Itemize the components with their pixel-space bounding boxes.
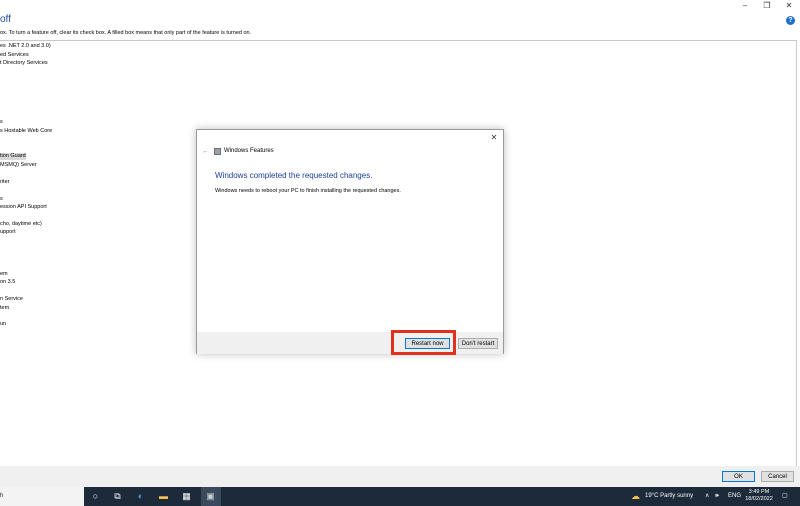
cancel-button[interactable]: Cancel: [761, 471, 794, 482]
notifications-icon[interactable]: ▢: [782, 487, 788, 506]
feature-item[interactable]: s: [0, 119, 3, 126]
feature-item[interactable]: t Directory Services: [0, 60, 48, 67]
clock[interactable]: 3:49 PM 18/02/2022: [742, 489, 776, 503]
weather-text[interactable]: 19°C Partly sunny: [645, 487, 693, 506]
help-icon[interactable]: ?: [786, 16, 795, 25]
feature-item[interactable]: n Service: [0, 296, 23, 303]
minimize-button[interactable]: –: [734, 0, 756, 11]
feature-item[interactable]: cho, daytime etc): [0, 221, 42, 228]
dialog-message: Windows needs to reboot your PC to finis…: [215, 188, 401, 194]
back-arrow-icon: ←: [202, 148, 209, 155]
close-button[interactable]: ✕: [778, 0, 800, 11]
feature-item[interactable]: ed Services: [0, 52, 29, 59]
windows-features-dialog: ✕ ← Windows Features Windows completed t…: [196, 129, 504, 354]
feature-item[interactable]: s: [0, 196, 3, 203]
restore-button[interactable]: ❐: [756, 0, 778, 11]
feature-item[interactable]: es .NET 2.0 and 3.0): [0, 43, 51, 50]
window-title-bar: – ❐ ✕: [0, 0, 800, 11]
clock-time: 3:49 PM: [748, 489, 770, 495]
feature-item[interactable]: ession API Support: [0, 204, 47, 211]
edge-icon[interactable]: ◐: [134, 490, 147, 503]
dialog-footer: Restart now Don't restart: [197, 332, 503, 354]
windows-features-app-icon[interactable]: ▣: [204, 490, 217, 503]
instructions-text: ox. To turn a feature off, clear its che…: [0, 30, 252, 36]
weather-icon[interactable]: ☁: [629, 490, 642, 503]
feature-item[interactable]: on 3.5: [0, 279, 15, 286]
search-text: h: [0, 493, 4, 499]
feature-item[interactable]: em: [0, 271, 8, 278]
cortana-icon[interactable]: ○: [89, 490, 102, 503]
taskbar: h ○ ⧉ ◐ ▬ ▦ ▣ ☁ 19°C Partly sunny ∧ 🕪 EN…: [0, 487, 800, 506]
volume-icon[interactable]: 🕪: [715, 487, 719, 506]
feature-item-selected[interactable]: tion Guard: [0, 153, 26, 160]
window-button-bar: OK Cancel: [0, 466, 800, 487]
dont-restart-button[interactable]: Don't restart: [458, 338, 498, 349]
language-indicator[interactable]: ENG: [728, 487, 741, 506]
task-view-icon[interactable]: ⧉: [111, 490, 124, 503]
clock-date: 18/02/2022: [745, 496, 773, 502]
dialog-heading: Windows completed the requested changes.: [215, 171, 373, 180]
windows-features-icon: [214, 148, 221, 155]
feature-item[interactable]: s Hostable Web Core: [0, 128, 52, 135]
feature-item[interactable]: MSMQ) Server: [0, 162, 37, 169]
feature-item[interactable]: un: [0, 321, 6, 328]
store-icon[interactable]: ▦: [180, 490, 193, 503]
feature-item[interactable]: upport: [0, 229, 16, 236]
file-explorer-icon[interactable]: ▬: [157, 490, 170, 503]
dialog-close-icon[interactable]: ✕: [489, 133, 499, 142]
ok-button[interactable]: OK: [722, 471, 755, 482]
dialog-title: Windows Features: [224, 148, 274, 154]
chevron-up-icon[interactable]: ∧: [705, 487, 709, 506]
search-box[interactable]: h: [0, 487, 84, 506]
feature-item[interactable]: riter: [0, 179, 9, 186]
feature-item[interactable]: tem: [0, 305, 9, 312]
page-heading: off: [0, 14, 11, 25]
highlight-box: [391, 330, 456, 355]
